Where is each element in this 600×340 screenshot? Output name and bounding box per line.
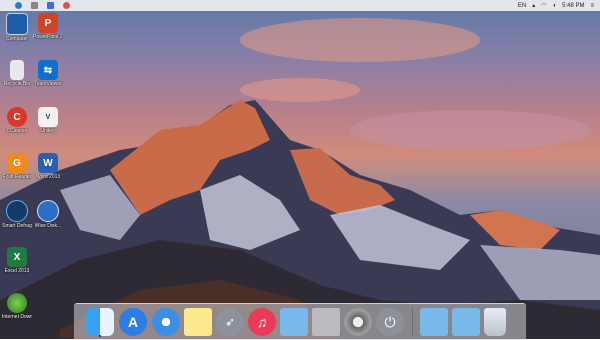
foxit-reader-icon: G <box>7 153 27 173</box>
music-note-icon: ♫ <box>256 314 268 330</box>
dock-separator <box>412 308 413 336</box>
desktop-icon-label: Internet Downlo... <box>2 314 32 320</box>
desktop-wallpaper <box>0 0 600 339</box>
recycle-bin-icon <box>10 60 24 80</box>
desktop-icon-recycle-bin[interactable]: Recycle Bin <box>2 60 32 87</box>
desktop-icon-label: CCleaner <box>6 128 28 134</box>
desktop-icon-excel[interactable]: X Excel 2013 <box>2 247 32 274</box>
finder-icon[interactable] <box>86 308 114 336</box>
word-icon: W <box>38 153 58 173</box>
desktop-icon-label: Computer <box>6 36 28 42</box>
finder-menu-icon[interactable] <box>31 2 38 9</box>
smart-defrag-icon <box>6 200 28 222</box>
desktop-icon-computer[interactable]: Computer <box>2 13 32 42</box>
system-preferences-icon[interactable] <box>344 308 372 336</box>
desktop-icon-label: Smart Defrag <box>2 223 32 229</box>
desktop-icon-wise-disk[interactable]: Wise Disk... <box>33 200 63 229</box>
desktop-icon-label: Excel 2013 <box>4 268 30 274</box>
app-store-glyph-icon: A <box>127 314 139 330</box>
dock: A ➶ ♫ ⏻ <box>74 303 526 340</box>
desktop-icon-foxit-reader[interactable]: G Foxit Reader <box>2 153 32 180</box>
app-store-icon[interactable]: A <box>119 308 147 336</box>
powerpoint-icon: P <box>38 13 58 33</box>
desktop-icon-internet-download[interactable]: Internet Downlo... <box>2 293 32 320</box>
desktop-icon-smart-defrag[interactable]: Smart Defrag <box>2 200 32 229</box>
volume-icon[interactable]: ◖ <box>553 3 557 9</box>
desktop-icon-label: Foxit Reader <box>2 174 32 180</box>
folder-icon[interactable] <box>280 308 308 336</box>
clock[interactable]: 5:48 PM <box>562 3 584 9</box>
desktop-icon-teamviewer[interactable]: ⇆ TeamViewer <box>33 60 63 87</box>
trash-icon[interactable] <box>484 308 506 336</box>
teamviewer-icon: ⇆ <box>38 60 58 80</box>
desktop-icon-label: Unikey <box>40 128 56 134</box>
itunes-icon[interactable]: ♫ <box>248 308 276 336</box>
folder-icon[interactable] <box>452 308 480 336</box>
desktop-icon-word[interactable]: W Word 2013 <box>33 153 63 180</box>
desktop-icon-unikey[interactable]: V Unikey <box>33 107 63 134</box>
launchpad-icon[interactable]: ➶ <box>216 308 244 336</box>
notes-icon[interactable] <box>184 308 212 336</box>
red-app-icon[interactable] <box>63 2 70 9</box>
desktop-icon-ccleaner[interactable]: C CCleaner <box>2 107 32 134</box>
excel-icon: X <box>7 247 27 267</box>
power-symbol-icon: ⏻ <box>384 313 396 330</box>
rocket-icon: ➶ <box>224 315 236 329</box>
wifi-icon[interactable]: ◠ <box>541 2 546 9</box>
power-icon[interactable]: ⏻ <box>376 308 404 336</box>
desktop-icon-label: PowerPoint 2013 <box>33 34 63 40</box>
desktop-icon-label: TeamViewer <box>34 81 62 87</box>
folder-icon[interactable] <box>420 308 448 336</box>
computer-icon <box>6 13 28 35</box>
desktop-icon-label: Wise Disk... <box>34 223 62 229</box>
internet-download-icon <box>7 293 27 313</box>
safari-icon[interactable] <box>152 308 180 336</box>
desktop-icon-label: Recycle Bin <box>3 81 31 87</box>
notification-icon[interactable]: ▴ <box>532 2 535 9</box>
menu-icon[interactable]: ≡ <box>590 3 594 9</box>
running-indicator <box>99 335 101 337</box>
language-indicator[interactable]: EN <box>518 3 526 9</box>
unikey-icon: V <box>38 107 58 127</box>
desktop-icon-label: Word 2013 <box>35 174 61 180</box>
macbook-icon[interactable] <box>312 308 340 336</box>
desktop-icon-powerpoint[interactable]: P PowerPoint 2013 <box>33 13 63 40</box>
blue-app-icon[interactable] <box>15 2 22 9</box>
app-store-menu-icon[interactable] <box>47 2 54 9</box>
menu-bar: EN ▴ ◠ ◖ 5:48 PM ≡ <box>0 0 600 11</box>
ccleaner-icon: C <box>7 107 27 127</box>
wise-disk-icon <box>37 200 59 222</box>
